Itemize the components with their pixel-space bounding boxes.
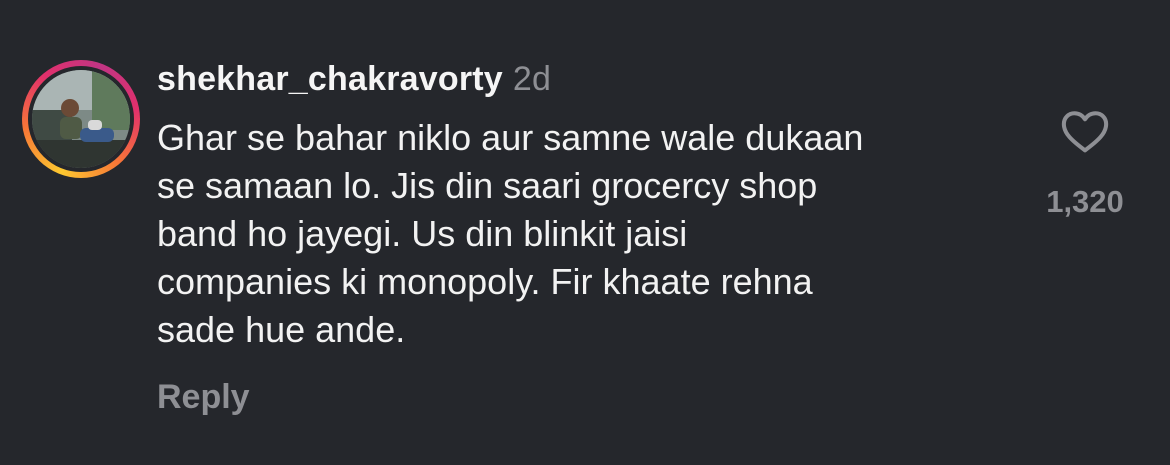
comment-timestamp: 2d (512, 60, 552, 98)
comment-text-line: sade hue ande. (157, 309, 406, 350)
avatar[interactable] (32, 70, 130, 168)
avatar-photo (32, 70, 130, 168)
like-count: 1,320 (1046, 184, 1124, 219)
comment-item: shekhar_chakravorty 2d Ghar se bahar nikl… (0, 0, 1170, 465)
username-link[interactable]: shekhar_chakravorty (157, 60, 503, 98)
comment-text-line: companies ki monopoly. Fir khaate rehna (157, 261, 813, 302)
comment-body: Ghar se bahar niklo aur samne wale dukaa… (157, 114, 1017, 354)
reply-button[interactable]: Reply (157, 378, 250, 417)
avatar-ring-gap (28, 66, 134, 172)
comment-text-line: Ghar se bahar niklo aur samne wale dukaa… (157, 117, 864, 158)
story-ring[interactable] (22, 60, 140, 178)
comment-text-line: se samaan lo. Jis din saari grocercy sho… (157, 165, 818, 206)
like-button[interactable] (1058, 104, 1112, 158)
comment-text-line: band ho jayegi. Us din blinkit jaisi (157, 213, 688, 254)
comment-header: shekhar_chakravorty 2d (157, 60, 551, 99)
heart-outline-icon (1061, 111, 1109, 153)
